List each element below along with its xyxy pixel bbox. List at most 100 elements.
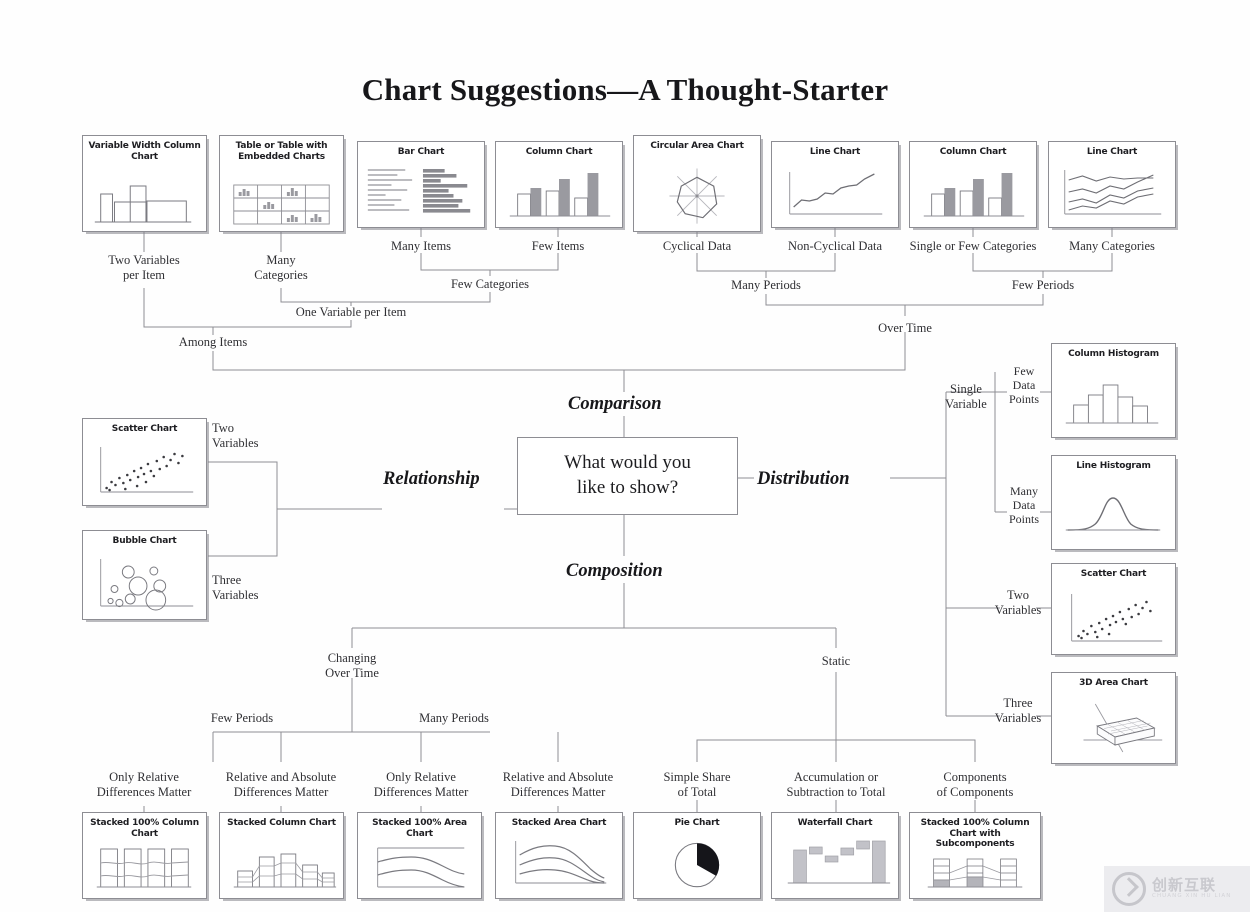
- label-single-variable: Single Variable: [945, 382, 987, 411]
- label-few-items: Few Items: [531, 239, 585, 253]
- card-stacked-100-column-chart[interactable]: Stacked 100% Column Chart: [82, 812, 207, 899]
- label-two-variables-per-item: Two Variables per Item: [108, 253, 180, 282]
- watermark: 创新互联 CHUANG XIN HU LIAN: [1104, 866, 1250, 912]
- card-3d-area-chart[interactable]: 3D Area Chart: [1051, 672, 1176, 764]
- card-caption: Stacked 100% Area Chart: [372, 818, 467, 839]
- line-histogram-art: [1052, 484, 1175, 546]
- stacked-area-art: [496, 839, 622, 895]
- card-stacked-100-column-chart-with-subcomponents[interactable]: Stacked 100% Column Chart with Subcompon…: [909, 812, 1041, 899]
- card-bar-chart[interactable]: Bar Chart: [357, 141, 485, 228]
- card-line-chart-many-categories[interactable]: Line Chart: [1048, 141, 1176, 228]
- card-caption: Stacked 100% Column Chart with Subcompon…: [920, 818, 1030, 850]
- label-static: Static: [821, 654, 851, 668]
- branch-distribution: Distribution: [757, 469, 850, 489]
- label-components-of-components: Components of Components: [936, 770, 1014, 799]
- diagram-canvas: Chart Suggestions—A Thought-Starter Vari…: [0, 0, 1250, 912]
- label-few-categories: Few Categories: [450, 277, 530, 291]
- label-many-periods-top: Many Periods: [731, 278, 801, 292]
- label-many-categories-b: Many Categories: [1069, 239, 1155, 253]
- question-line-2: like to show?: [576, 477, 679, 498]
- label-few-periods-top: Few Periods: [1011, 278, 1075, 292]
- card-caption: Stacked Area Chart: [511, 818, 607, 828]
- card-column-histogram[interactable]: Column Histogram: [1051, 343, 1176, 438]
- label-two-variables-relationship: Two Variables: [212, 421, 259, 450]
- card-caption: Table or Table with Embedded Charts: [235, 141, 328, 162]
- card-scatter-chart-distribution[interactable]: Scatter Chart: [1051, 563, 1176, 655]
- card-line-chart-non-cyclical[interactable]: Line Chart: [771, 141, 899, 228]
- card-caption: Column Chart: [525, 147, 593, 157]
- stacked100-column-art: [83, 843, 206, 895]
- card-caption: 3D Area Chart: [1079, 678, 1148, 688]
- scatter-relationship-art: [83, 444, 206, 502]
- label-many-data-points: Many Data Points: [1008, 484, 1039, 526]
- label-relative-absolute-differences-1: Relative and Absolute Differences Matter: [225, 770, 337, 799]
- circular-area-art: [634, 164, 760, 228]
- page-title: Chart Suggestions—A Thought-Starter: [361, 72, 889, 107]
- column-chart-few-art: [496, 168, 622, 224]
- card-caption: Column Chart: [939, 147, 1007, 157]
- label-two-variables-distribution: Two Variables: [994, 588, 1042, 617]
- card-pie-chart[interactable]: Pie Chart: [633, 812, 761, 899]
- stacked100-area-art: [358, 843, 481, 895]
- card-column-chart-single-or-few[interactable]: Column Chart: [909, 141, 1037, 228]
- label-changing-over-time: Changing Over Time: [325, 651, 379, 680]
- pie-chart-art: [634, 837, 760, 895]
- card-variable-width-column-chart[interactable]: Variable Width Column Chart: [82, 135, 207, 232]
- label-few-periods-composition: Few Periods: [210, 711, 274, 725]
- label-three-variables-distribution: Three Variables: [994, 696, 1042, 725]
- label-only-relative-differences-1: Only Relative Differences Matter: [96, 770, 192, 799]
- label-non-cyclical-data: Non-Cyclical Data: [787, 239, 883, 253]
- waterfall-chart-art: [772, 837, 898, 895]
- label-one-variable-per-item: One Variable per Item: [295, 305, 407, 319]
- scatter-distribution-art: [1052, 591, 1175, 651]
- branch-composition: Composition: [566, 561, 663, 581]
- card-stacked-area-chart[interactable]: Stacked Area Chart: [495, 812, 623, 899]
- card-column-chart-few-items[interactable]: Column Chart: [495, 141, 623, 228]
- label-single-or-few-categories: Single or Few Categories: [909, 239, 1037, 253]
- stacked-column-art: [220, 843, 343, 895]
- line-chart-noncyc-art: [772, 168, 898, 224]
- card-caption: Stacked 100% Column Chart: [90, 818, 199, 839]
- card-bubble-chart[interactable]: Bubble Chart: [82, 530, 207, 620]
- card-stacked-100-area-chart[interactable]: Stacked 100% Area Chart: [357, 812, 482, 899]
- card-caption: Line Chart: [1086, 147, 1138, 157]
- card-caption: Bubble Chart: [112, 536, 177, 546]
- line-chart-many-art: [1049, 166, 1175, 224]
- card-stacked-column-chart[interactable]: Stacked Column Chart: [219, 812, 344, 899]
- watermark-pinyin-text: CHUANG XIN HU LIAN: [1152, 892, 1232, 899]
- card-caption: Line Histogram: [1076, 461, 1151, 471]
- card-circular-area-chart[interactable]: Circular Area Chart: [633, 135, 761, 232]
- bubble-chart-art: [83, 556, 206, 616]
- card-caption: Circular Area Chart: [650, 141, 744, 151]
- column-chart-single-art: [910, 168, 1036, 224]
- bar-chart-art: [358, 166, 484, 224]
- card-table-or-table-with-embedded-charts[interactable]: Table or Table with Embedded Charts: [219, 135, 344, 232]
- label-only-relative-differences-2: Only Relative Differences Matter: [373, 770, 469, 799]
- watermark-logo-icon: [1112, 872, 1146, 906]
- card-caption: Variable Width Column Chart: [88, 141, 201, 162]
- card-scatter-chart-relationship[interactable]: Scatter Chart: [82, 418, 207, 506]
- center-question-box: What would you like to show?: [517, 437, 738, 515]
- label-many-categories-a: Many Categories: [254, 253, 308, 282]
- card-caption: Pie Chart: [674, 818, 720, 828]
- card-line-histogram[interactable]: Line Histogram: [1051, 455, 1176, 550]
- label-cyclical-data: Cyclical Data: [662, 239, 732, 253]
- card-caption: Bar Chart: [397, 147, 445, 157]
- card-caption: Column Histogram: [1068, 349, 1159, 359]
- card-caption: Scatter Chart: [111, 424, 178, 434]
- label-simple-share-of-total: Simple Share of Total: [663, 770, 731, 799]
- watermark-chinese-text: 创新互联: [1152, 876, 1217, 895]
- label-among-items: Among Items: [178, 335, 248, 349]
- card-waterfall-chart[interactable]: Waterfall Chart: [771, 812, 899, 899]
- column-histogram-art: [1052, 372, 1175, 434]
- label-many-items: Many Items: [390, 239, 452, 253]
- table-embedded-art: [220, 182, 343, 228]
- label-three-variables-relationship: Three Variables: [212, 573, 259, 602]
- label-relative-absolute-differences-2: Relative and Absolute Differences Matter: [502, 770, 614, 799]
- card-caption: Line Chart: [809, 147, 861, 157]
- card-caption: Stacked Column Chart: [227, 818, 336, 828]
- label-accumulation-subtraction: Accumulation or Subtraction to Total: [786, 770, 886, 799]
- variable-width-column-art: [83, 180, 206, 228]
- label-many-periods-composition: Many Periods: [419, 711, 489, 725]
- area-3d-art: [1052, 700, 1175, 760]
